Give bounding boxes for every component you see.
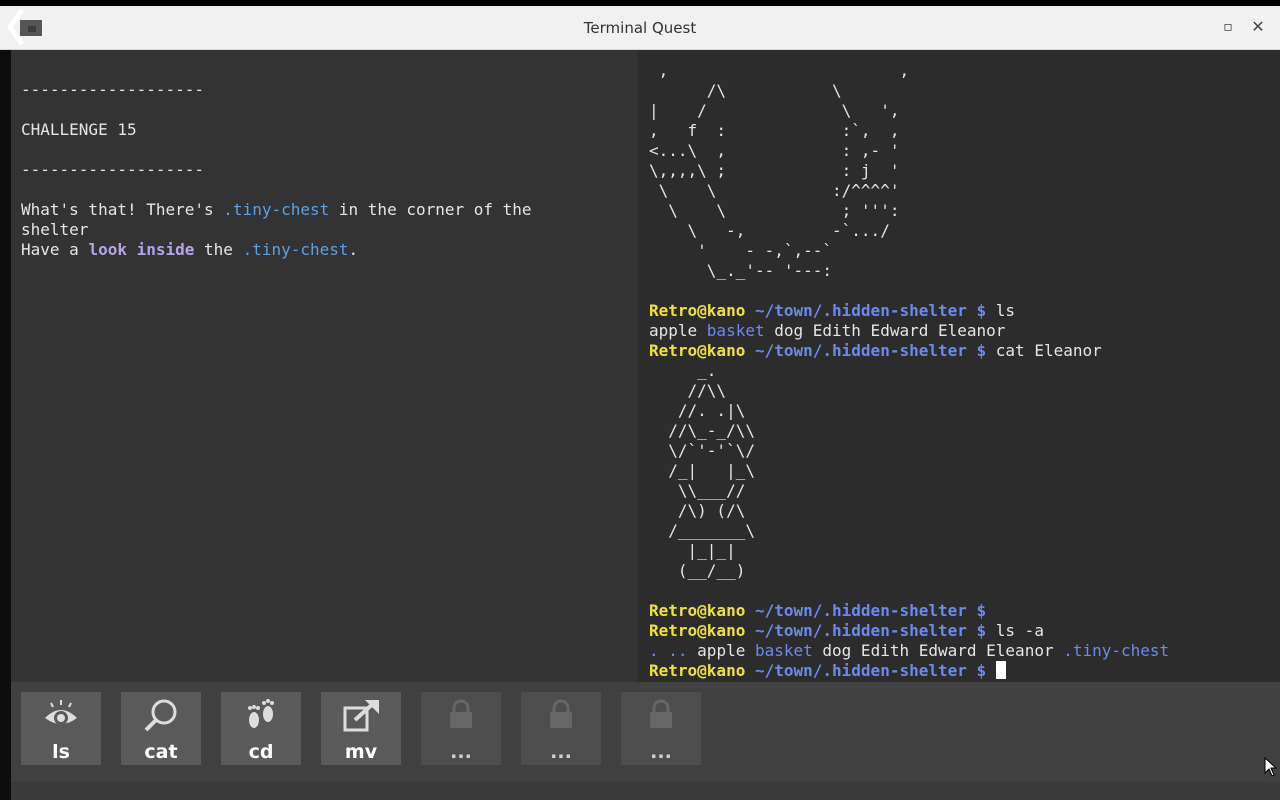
story-text-segment: the: [194, 240, 243, 259]
story-text-segment: Have a: [21, 240, 89, 259]
tool-ls-button[interactable]: ls: [21, 692, 101, 765]
tool-label: ...: [550, 741, 572, 763]
prompt-user: Retro@kano: [649, 341, 746, 360]
separator-top: -------------------: [21, 80, 205, 99]
prompt-user: Retro@kano: [649, 661, 746, 680]
ascii-art-eleanor: _. //\\ //. .|\ //\_-_/\\ \/`'-'`\/ /_| …: [668, 361, 755, 580]
command-toolbar: ls cat cd mv ... ... ...: [11, 682, 1280, 782]
highlight-tiny-chest: .tiny-chest: [242, 240, 349, 259]
challenge-title: CHALLENGE 15: [21, 120, 137, 139]
terminal-cursor[interactable]: [995, 661, 1006, 679]
prompt-path: ~/town/.hidden-shelter $: [745, 621, 996, 640]
output-item: apple: [649, 321, 707, 340]
terminal-panel[interactable]: , , /\ \ | / \ ', , f : :`, , <...\ , : …: [638, 50, 1280, 682]
tool-locked-button[interactable]: ...: [621, 692, 701, 765]
keyword-look: look: [88, 240, 127, 259]
tool-cat-button[interactable]: cat: [121, 692, 201, 765]
command-text: ls -a: [995, 621, 1044, 640]
story-text-segment: .: [348, 240, 359, 259]
prompt-path: ~/town/.hidden-shelter $: [745, 661, 996, 680]
window-title: Terminal Quest: [583, 19, 697, 37]
keyword-inside: inside: [136, 240, 195, 259]
output-dir: basket: [706, 321, 765, 340]
prompt-path: ~/town/.hidden-shelter $: [745, 301, 996, 320]
story-text-segment: in the corner of the: [329, 200, 532, 219]
tool-label: ls: [52, 741, 70, 763]
output-dir: basket: [754, 641, 813, 660]
move-arrow-icon: [343, 700, 379, 732]
tool-locked-button[interactable]: ...: [521, 692, 601, 765]
window-titlebar: Terminal Quest ▫ ✕: [0, 6, 1280, 50]
terminal-output: , , /\ \ | / \ ', , f : :`, , <...\ , : …: [649, 61, 1169, 681]
highlight-tiny-chest: .tiny-chest: [223, 200, 330, 219]
magnifier-icon: [144, 699, 177, 732]
eye-icon: [45, 700, 77, 725]
tool-label: ...: [650, 741, 672, 763]
prompt-path: ~/town/.hidden-shelter $: [745, 601, 987, 620]
output-item: apple: [697, 641, 755, 660]
output-item: dog Edith Edward Eleanor: [812, 641, 1064, 660]
lock-icon: [650, 699, 672, 728]
prompt-path: ~/town/.hidden-shelter $: [745, 341, 996, 360]
prompt-user: Retro@kano: [649, 301, 746, 320]
command-text: cat Eleanor: [995, 341, 1102, 360]
story-panel: ------------------- CHALLENGE 15 -------…: [11, 50, 638, 682]
mouse-pointer-icon: [1264, 757, 1278, 777]
footprints-icon: [248, 699, 274, 728]
lock-icon: [550, 699, 572, 728]
close-icon[interactable]: ✕: [1249, 18, 1267, 36]
tool-label: mv: [344, 741, 378, 763]
output-item: dog Edith Edward Eleanor: [764, 321, 1006, 340]
tool-mv-button[interactable]: mv: [321, 692, 401, 765]
story-text-segment: shelter: [21, 220, 89, 239]
tool-label: ...: [450, 741, 472, 763]
output-dir: .tiny-chest: [1063, 641, 1170, 660]
tool-locked-button[interactable]: ...: [421, 692, 501, 765]
bottom-bar: [11, 782, 1280, 800]
command-text: ls: [995, 301, 1016, 320]
tool-cd-button[interactable]: cd: [221, 692, 301, 765]
story-text: ------------------- CHALLENGE 15 -------…: [21, 80, 621, 260]
left-edge-bar: [0, 50, 11, 800]
separator-bottom: -------------------: [21, 160, 205, 179]
ascii-art-shelter: , , /\ \ | / \ ', , f : :`, , <...\ , : …: [649, 61, 910, 280]
tool-label: cd: [248, 741, 274, 763]
prompt-user: Retro@kano: [649, 621, 746, 640]
prompt-user: Retro@kano: [649, 601, 746, 620]
maximize-icon[interactable]: ▫: [1219, 18, 1237, 36]
story-text-segment: [127, 240, 137, 259]
output-dir: . ..: [649, 641, 698, 660]
tool-label: cat: [144, 741, 178, 763]
lock-icon: [450, 699, 472, 728]
story-text-segment: What's that! There's: [21, 200, 224, 219]
